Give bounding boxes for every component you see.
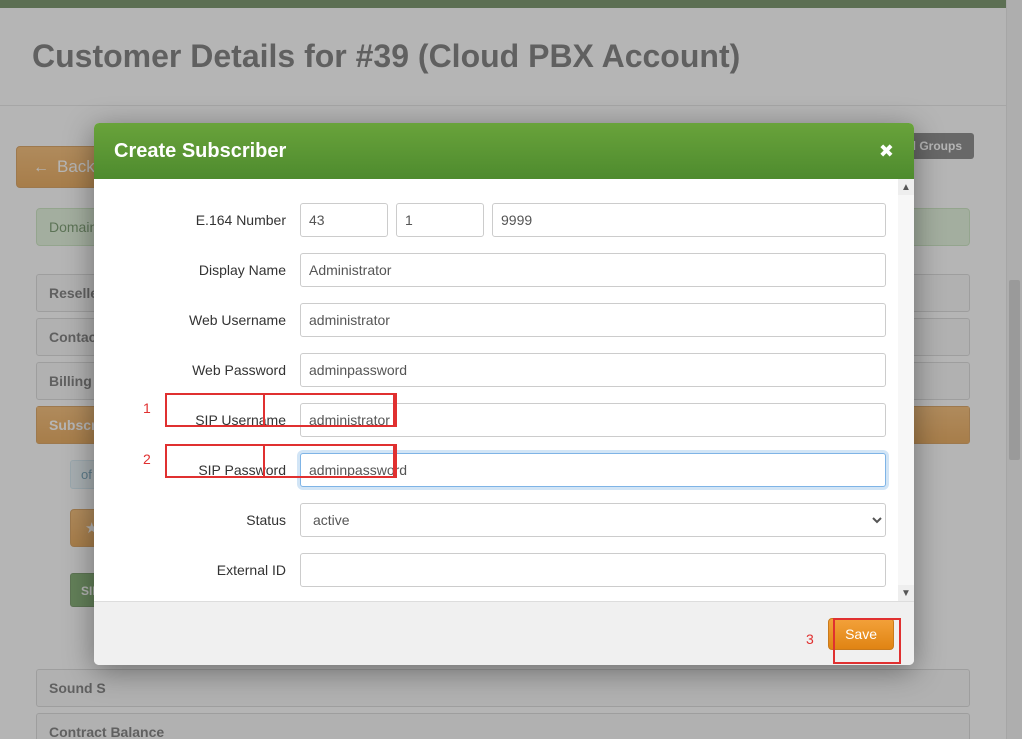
modal-header: Create Subscriber ✖	[94, 123, 914, 179]
modal-scroll-track[interactable]	[898, 195, 914, 585]
row-e164: E.164 Number	[122, 203, 886, 237]
scroll-down-icon[interactable]: ▼	[898, 585, 914, 601]
row-display-name: Display Name	[122, 253, 886, 287]
row-sip-password: SIP Password	[122, 453, 886, 487]
status-select[interactable]: active	[300, 503, 886, 537]
sip-username-input[interactable]	[300, 403, 886, 437]
sip-password-input[interactable]	[300, 453, 886, 487]
close-icon[interactable]: ✖	[879, 141, 894, 162]
label-web-password: Web Password	[122, 362, 300, 378]
label-external-id: External ID	[122, 562, 300, 578]
save-button[interactable]: Save	[828, 618, 894, 650]
row-web-username: Web Username	[122, 303, 886, 337]
row-sip-username: SIP Username	[122, 403, 886, 437]
label-web-username: Web Username	[122, 312, 300, 328]
label-status: Status	[122, 512, 300, 528]
label-display-name: Display Name	[122, 262, 300, 278]
modal-body: E.164 Number Display Name Web Username	[94, 179, 914, 601]
row-status: Status active	[122, 503, 886, 537]
label-sip-username: SIP Username	[122, 412, 300, 428]
e164-cc-input[interactable]	[300, 203, 388, 237]
web-username-input[interactable]	[300, 303, 886, 337]
modal-title: Create Subscriber	[114, 140, 286, 163]
e164-sn-input[interactable]	[492, 203, 886, 237]
scroll-up-icon[interactable]: ▲	[898, 179, 914, 195]
row-web-password: Web Password	[122, 353, 886, 387]
label-sip-password: SIP Password	[122, 462, 300, 478]
e164-ac-input[interactable]	[396, 203, 484, 237]
row-external-id: External ID	[122, 553, 886, 587]
modal-scrollbar[interactable]: ▲ ▼	[898, 179, 914, 601]
web-password-input[interactable]	[300, 353, 886, 387]
save-button-label: Save	[845, 626, 877, 642]
external-id-input[interactable]	[300, 553, 886, 587]
label-e164: E.164 Number	[122, 212, 300, 228]
display-name-input[interactable]	[300, 253, 886, 287]
create-subscriber-modal: Create Subscriber ✖ E.164 Number Display…	[94, 123, 914, 665]
modal-footer: Save	[94, 601, 914, 665]
